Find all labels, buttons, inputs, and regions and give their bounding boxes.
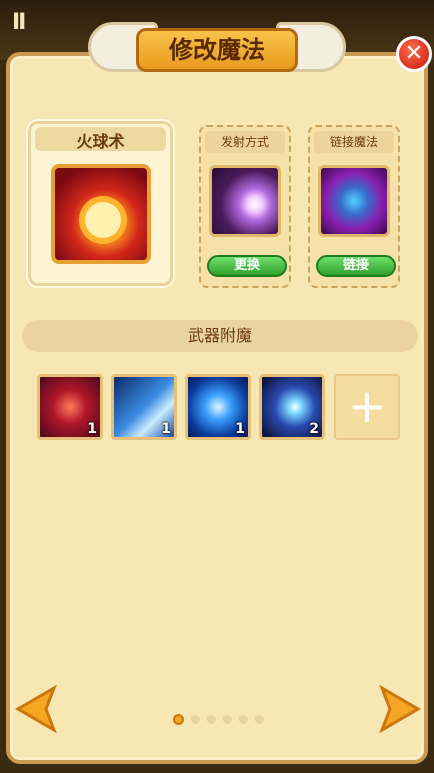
page-dot-active	[173, 714, 184, 725]
launch-mode-title: 发射方式	[205, 131, 285, 153]
enchant-count: 1	[87, 421, 97, 437]
enchant-count: 2	[309, 421, 319, 437]
page-indicator	[173, 709, 271, 725]
enchant-slot-1[interactable]: 1	[37, 374, 103, 440]
fireball-spell-icon	[51, 164, 151, 264]
page-dot	[207, 715, 216, 724]
close-button[interactable]: ✕	[396, 36, 432, 72]
prev-page-arrow-icon[interactable]	[14, 684, 58, 734]
page-dot	[239, 715, 248, 724]
main-spell-name: 火球术	[76, 132, 125, 151]
change-button[interactable]: 更换	[207, 255, 287, 277]
next-page-arrow-icon[interactable]	[378, 684, 422, 734]
page-dot	[255, 715, 264, 724]
main-spell-card[interactable]: 火球术	[28, 121, 173, 286]
add-enchant-button[interactable]: +	[334, 374, 400, 440]
page-dot	[223, 715, 232, 724]
enchant-slot-4[interactable]: 2	[259, 374, 325, 440]
page-title: 修改魔法	[136, 28, 298, 72]
link-magic-title: 链接魔法	[314, 131, 394, 153]
enchant-slot-2[interactable]: 1	[111, 374, 177, 440]
page-dot	[191, 715, 200, 724]
enchant-slot-3[interactable]: 1	[185, 374, 251, 440]
weapon-enchant-header: 武器附魔	[22, 320, 418, 352]
link-magic-card: 链接魔法 链接	[308, 125, 400, 288]
title-plaque: 修改魔法	[88, 18, 346, 80]
fireball-face	[85, 202, 121, 238]
chain-link-icon[interactable]	[318, 165, 390, 237]
purple-shot-icon[interactable]	[209, 165, 281, 237]
enchant-count: 1	[161, 421, 171, 437]
pause-icon[interactable]: II	[12, 10, 26, 35]
link-button[interactable]: 链接	[316, 255, 396, 277]
launch-mode-card: 发射方式 更换	[199, 125, 291, 288]
enchant-count: 1	[235, 421, 245, 437]
